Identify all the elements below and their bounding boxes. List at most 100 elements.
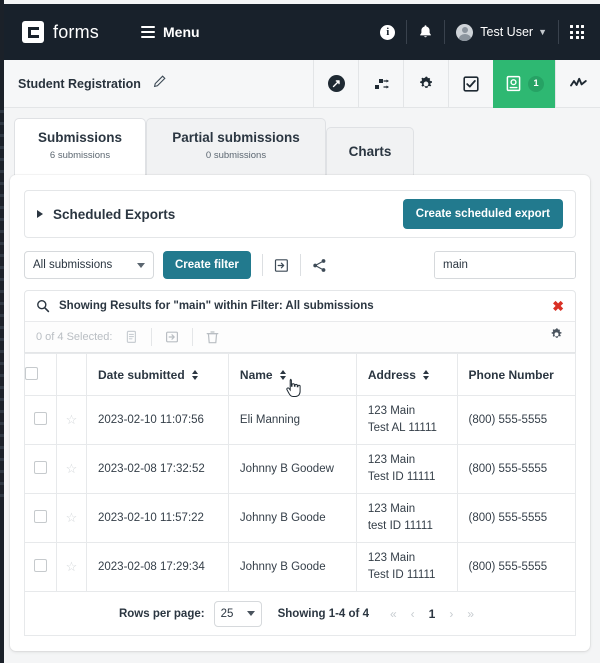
column-header-address[interactable]: Address <box>356 354 457 396</box>
export-button[interactable] <box>274 258 289 273</box>
column-label: Date submitted <box>98 368 185 382</box>
table-body: ☆ 2023-02-10 11:07:56 Eli Manning 123 Ma… <box>25 396 576 592</box>
rows-per-page-select[interactable]: 25 <box>214 601 262 627</box>
row-checkbox[interactable] <box>34 461 47 474</box>
tasks-button[interactable] <box>448 60 493 108</box>
info-button[interactable]: i <box>369 19 406 45</box>
menu-button[interactable]: Menu <box>141 24 200 40</box>
cell-phone: (800) 555-5555 <box>457 396 576 445</box>
cell-phone: (800) 555-5555 <box>457 543 576 592</box>
cell-name: Johnny B Goodew <box>228 445 356 494</box>
create-scheduled-export-button[interactable]: Create scheduled export <box>403 199 563 229</box>
sort-icon[interactable] <box>280 370 286 380</box>
selected-count: 0 of 4 Selected: <box>36 331 112 343</box>
row-star-cell[interactable]: ☆ <box>57 396 87 445</box>
address-line-2: Test AL 11111 <box>368 420 446 437</box>
share-button[interactable] <box>312 258 327 273</box>
close-x-icon[interactable]: ✖ <box>552 299 564 313</box>
workflow-button[interactable] <box>358 60 403 108</box>
address-line-1: 123 Main <box>368 501 446 518</box>
top-navbar: forms Menu i Test User ▼ <box>4 4 600 60</box>
settings-button[interactable] <box>403 60 448 108</box>
avatar <box>456 24 473 41</box>
divider <box>151 328 152 346</box>
scheduled-exports-section[interactable]: Scheduled Exports Create scheduled expor… <box>24 190 576 238</box>
divider <box>262 254 263 276</box>
search-input[interactable] <box>435 252 576 278</box>
rail-ticks <box>0 110 4 510</box>
row-star-cell[interactable]: ☆ <box>57 543 87 592</box>
theme-icon <box>327 74 346 93</box>
select-all-checkbox[interactable] <box>25 367 38 380</box>
row-checkbox[interactable] <box>34 559 47 572</box>
notifications-button[interactable] <box>407 19 444 45</box>
rows-per-page-label: Rows per page: <box>119 608 205 620</box>
cell-name: Johnny B Goode <box>228 494 356 543</box>
table-row[interactable]: ☆ 2023-02-10 11:57:22 Johnny B Goode 123… <box>25 494 576 543</box>
star-icon[interactable]: ☆ <box>66 510 78 525</box>
create-filter-button[interactable]: Create filter <box>163 251 251 279</box>
tab-submissions[interactable]: Submissions 6 submissions <box>14 118 146 175</box>
filter-select-value: All submissions <box>33 259 112 271</box>
showing-range: Showing 1-4 of 4 <box>278 608 369 620</box>
form-toolbar: Student Registration <box>4 60 600 108</box>
caret-right-icon[interactable] <box>37 210 43 218</box>
delete-button[interactable] <box>206 330 219 344</box>
row-star-cell[interactable]: ☆ <box>57 494 87 543</box>
first-page-button[interactable]: « <box>383 607 404 621</box>
pencil-icon[interactable] <box>153 75 166 93</box>
cell-date: 2023-02-08 17:29:34 <box>87 543 229 592</box>
brand[interactable]: forms <box>22 21 99 43</box>
row-select-cell[interactable] <box>25 494 57 543</box>
address-line-1: 123 Main <box>368 550 446 567</box>
star-icon[interactable]: ☆ <box>66 461 78 476</box>
forms-logo-icon <box>22 21 44 43</box>
submission-tabs: Submissions 6 submissions Partial submis… <box>14 118 414 175</box>
star-icon[interactable]: ☆ <box>66 412 78 427</box>
user-menu[interactable]: Test User ▼ <box>445 19 558 45</box>
next-page-button[interactable]: › <box>442 607 460 621</box>
divider <box>300 254 301 276</box>
table-row[interactable]: ☆ 2023-02-08 17:29:34 Johnny B Goode 123… <box>25 543 576 592</box>
chevron-down-icon <box>247 611 255 616</box>
table-header: Date submitted Name Address <box>25 354 576 396</box>
export-box-icon <box>274 258 289 273</box>
sort-icon[interactable] <box>192 370 198 380</box>
row-star-cell[interactable]: ☆ <box>57 445 87 494</box>
scheduled-exports-label: Scheduled Exports <box>53 207 175 222</box>
copy-document-button[interactable] <box>125 330 138 344</box>
search-box[interactable] <box>434 251 576 279</box>
table-row[interactable]: ☆ 2023-02-08 17:32:52 Johnny B Goodew 12… <box>25 445 576 494</box>
results-banner: Showing Results for "main" within Filter… <box>24 290 576 353</box>
address-line-1: 123 Main <box>368 452 446 469</box>
table-settings-button[interactable] <box>549 327 564 347</box>
submissions-tab-button[interactable]: 1 <box>493 60 555 108</box>
sort-icon[interactable] <box>423 370 429 380</box>
address-line-2: Test ID 11111 <box>368 469 446 486</box>
export-rows-button[interactable] <box>165 330 179 344</box>
column-header-date[interactable]: Date submitted <box>87 354 229 396</box>
prev-page-button[interactable]: ‹ <box>404 607 422 621</box>
theme-button[interactable] <box>313 60 358 108</box>
tab-charts[interactable]: Charts <box>326 127 414 175</box>
user-name: Test User <box>480 25 533 39</box>
table-row[interactable]: ☆ 2023-02-10 11:07:56 Eli Manning 123 Ma… <box>25 396 576 445</box>
tab-partial-submissions[interactable]: Partial submissions 0 submissions <box>146 118 326 175</box>
tab-label: Partial submissions <box>165 130 307 147</box>
last-page-button[interactable]: » <box>460 607 481 621</box>
analytics-button[interactable] <box>555 60 600 108</box>
cell-address: 123 Main Test ID 11111 <box>356 445 457 494</box>
column-header-phone[interactable]: Phone Number <box>457 354 576 396</box>
filter-select[interactable]: All submissions <box>24 251 154 279</box>
row-select-cell[interactable] <box>25 396 57 445</box>
page-number-1[interactable]: 1 <box>422 607 443 621</box>
row-select-cell[interactable] <box>25 445 57 494</box>
apps-button[interactable] <box>559 19 600 45</box>
submissions-badge: 1 <box>528 76 544 92</box>
row-checkbox[interactable] <box>34 412 47 425</box>
select-all-header[interactable] <box>25 354 57 396</box>
column-header-name[interactable]: Name <box>228 354 356 396</box>
star-icon[interactable]: ☆ <box>66 559 78 574</box>
row-select-cell[interactable] <box>25 543 57 592</box>
row-checkbox[interactable] <box>34 510 47 523</box>
